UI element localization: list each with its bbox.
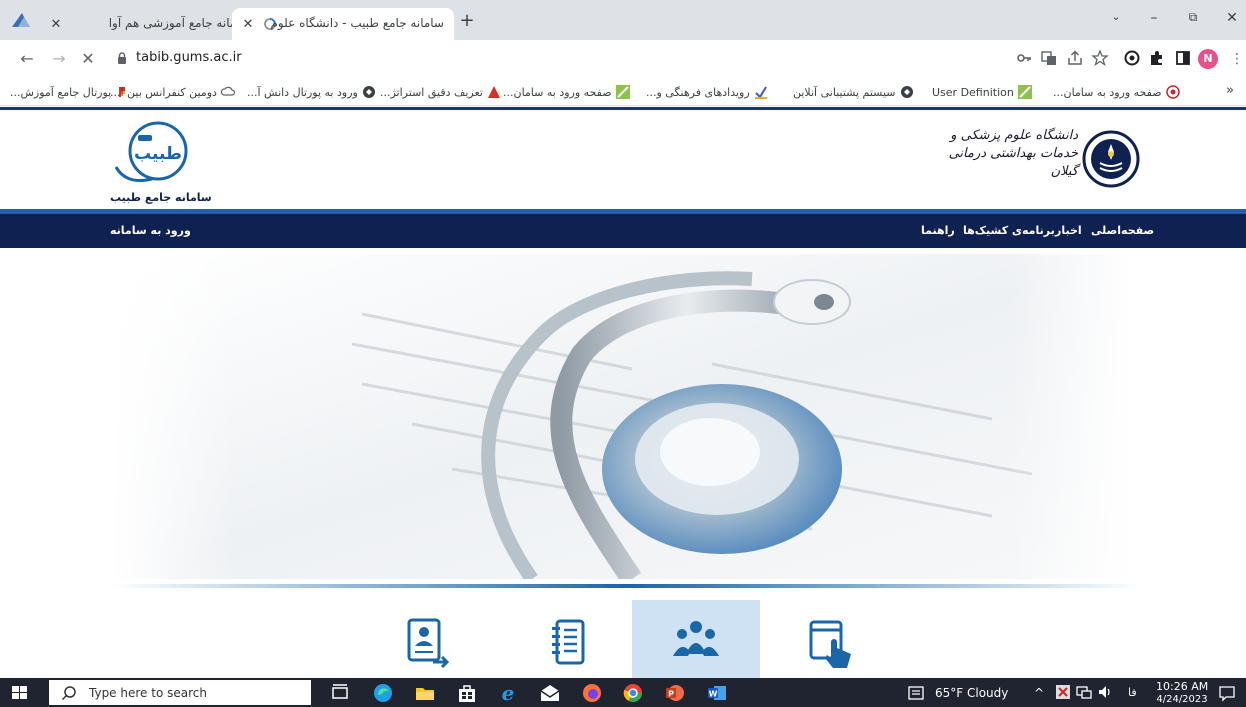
taskbar-search-box[interactable]: Type here to search: [49, 680, 311, 705]
leaf-icon: [615, 85, 630, 99]
window-close-icon[interactable]: ✕: [1222, 10, 1242, 26]
task-view-icon[interactable]: [329, 682, 351, 704]
firefox-icon[interactable]: [581, 682, 603, 704]
weather-widget[interactable]: 65°F Cloudy: [935, 686, 1008, 700]
taskbar-search-placeholder: Type here to search: [89, 686, 207, 700]
clock-time[interactable]: 10:26 AM: [1156, 680, 1208, 693]
check-icon: [754, 86, 767, 99]
service-profile[interactable]: [363, 600, 491, 678]
back-icon[interactable]: ←: [18, 51, 36, 69]
internet-explorer-icon[interactable]: e: [497, 682, 519, 704]
system-name: سامانه جامع طبیب: [110, 191, 212, 204]
network-icon[interactable]: [1076, 684, 1092, 700]
login-link[interactable]: ورود به سامانه: [110, 224, 191, 237]
svg-text:W: W: [709, 690, 718, 699]
forward-icon[interactable]: →: [50, 51, 68, 69]
new-tab-button[interactable]: +: [457, 12, 477, 30]
key-icon[interactable]: [1015, 49, 1033, 67]
university-name-line1: دانشگاه علوم پزشکی و: [950, 128, 1078, 143]
touch-screen-icon: [809, 620, 851, 668]
app-pinned-icon[interactable]: [10, 11, 32, 29]
svg-text:e: e: [502, 682, 515, 704]
nav-home[interactable]: صفحه‌اصلی: [1091, 224, 1154, 237]
nav-news[interactable]: اخبار: [1055, 224, 1082, 237]
bookmark-3[interactable]: تعریف دقیق استراتژ...: [380, 84, 501, 100]
tab-search-icon[interactable]: ⌄: [1106, 10, 1126, 23]
profile-avatar[interactable]: N: [1198, 49, 1218, 69]
nav-shifts[interactable]: برنامه‌ی کشیک‌ها: [963, 224, 1055, 237]
tabib-logo[interactable]: طبیب: [108, 117, 198, 185]
clock-date[interactable]: 4/24/2023: [1156, 694, 1208, 705]
hero-divider: [112, 584, 1142, 588]
screen: ✕ سامانه جامع آموزشی هم آوا ✕ سامانه جام…: [0, 0, 1246, 707]
users-group-icon: [673, 621, 719, 656]
tray-app-icon[interactable]: [1055, 684, 1071, 700]
bookmark-7[interactable]: User Definition: [932, 84, 1032, 100]
powerpoint-icon[interactable]: P: [664, 682, 686, 704]
close-icon[interactable]: ✕: [48, 16, 64, 32]
translate-icon[interactable]: [1040, 49, 1058, 67]
chrome-icon[interactable]: [622, 682, 644, 704]
puzzle-icon[interactable]: [1148, 49, 1166, 67]
word-icon[interactable]: W: [706, 682, 728, 704]
file-explorer-icon[interactable]: [414, 682, 436, 704]
bookmark-1[interactable]: دومین کنفرانس بین ا...: [110, 84, 235, 100]
globe-icon: [900, 86, 913, 98]
emblem-icon: [1165, 85, 1180, 99]
stop-loading-icon[interactable]: ✕: [79, 51, 97, 69]
bookmark-6[interactable]: سیستم پشتیبانی آنلاین: [793, 84, 914, 100]
bookmark-4[interactable]: صفحه ورود به سامان...: [503, 84, 630, 100]
service-notebook[interactable]: [503, 600, 631, 678]
share-icon[interactable]: [1066, 49, 1084, 67]
close-icon[interactable]: ✕: [240, 16, 256, 32]
university-emblem[interactable]: [1082, 130, 1140, 188]
svg-text:P: P: [668, 690, 674, 699]
volume-icon[interactable]: [1097, 684, 1113, 700]
news-widget-icon[interactable]: [907, 684, 925, 702]
notebook-icon: [552, 619, 585, 665]
service-users[interactable]: [632, 600, 760, 678]
tray-overflow-icon[interactable]: ^: [1034, 686, 1044, 700]
menu-icon[interactable]: ⋮: [1230, 51, 1244, 67]
tabib-logo-text: طبیب: [134, 144, 182, 164]
restore-icon[interactable]: ⧉: [1183, 10, 1203, 25]
address-bar[interactable]: tabib.gums.ac.ir: [136, 50, 242, 65]
bookmark-2[interactable]: ورود به پورتال دانش آ...: [247, 84, 376, 100]
triangle-icon: [487, 86, 500, 98]
university-name-line2: خدمات بهداشتی درمانی گیلان: [948, 146, 1078, 179]
windows-start-icon[interactable]: [0, 678, 40, 707]
bookmarks-overflow-button[interactable]: »: [1226, 82, 1234, 98]
tab-hamava[interactable]: ✕ سامانه جامع آموزشی هم آوا: [40, 8, 258, 40]
store-icon[interactable]: [456, 682, 478, 704]
bookmark-star-icon[interactable]: [1091, 49, 1109, 67]
profile-initial: N: [1203, 52, 1213, 65]
minimize-icon[interactable]: –: [1144, 10, 1164, 26]
mail-icon[interactable]: [539, 682, 561, 704]
globe-icon: [362, 86, 375, 98]
bookmark-5[interactable]: رویدادهای فرهنگی و...: [646, 84, 768, 100]
input-language[interactable]: فا: [1128, 686, 1137, 699]
extension-icon[interactable]: [1123, 49, 1141, 67]
hero-stethoscope-image: [112, 254, 1132, 579]
tab-tabib[interactable]: ✕ سامانه جامع طبیب - دانشگاه علوم: [232, 8, 454, 40]
profile-card-icon: [407, 618, 450, 668]
leaf-icon: [1017, 85, 1032, 99]
nav-guide[interactable]: راهنما: [921, 224, 955, 237]
notifications-icon[interactable]: [1218, 684, 1236, 702]
lock-icon[interactable]: [117, 52, 127, 64]
university-name: دانشگاه علوم پزشکی و خدمات بهداشتی درمان…: [948, 127, 1078, 181]
bookmark-8[interactable]: صفحه ورود به سامان...: [1053, 84, 1180, 100]
edge-icon[interactable]: [372, 682, 394, 704]
side-panel-icon[interactable]: [1174, 49, 1192, 67]
search-icon: [61, 686, 76, 701]
service-online[interactable]: [763, 600, 891, 678]
cloud-icon: [220, 86, 235, 96]
